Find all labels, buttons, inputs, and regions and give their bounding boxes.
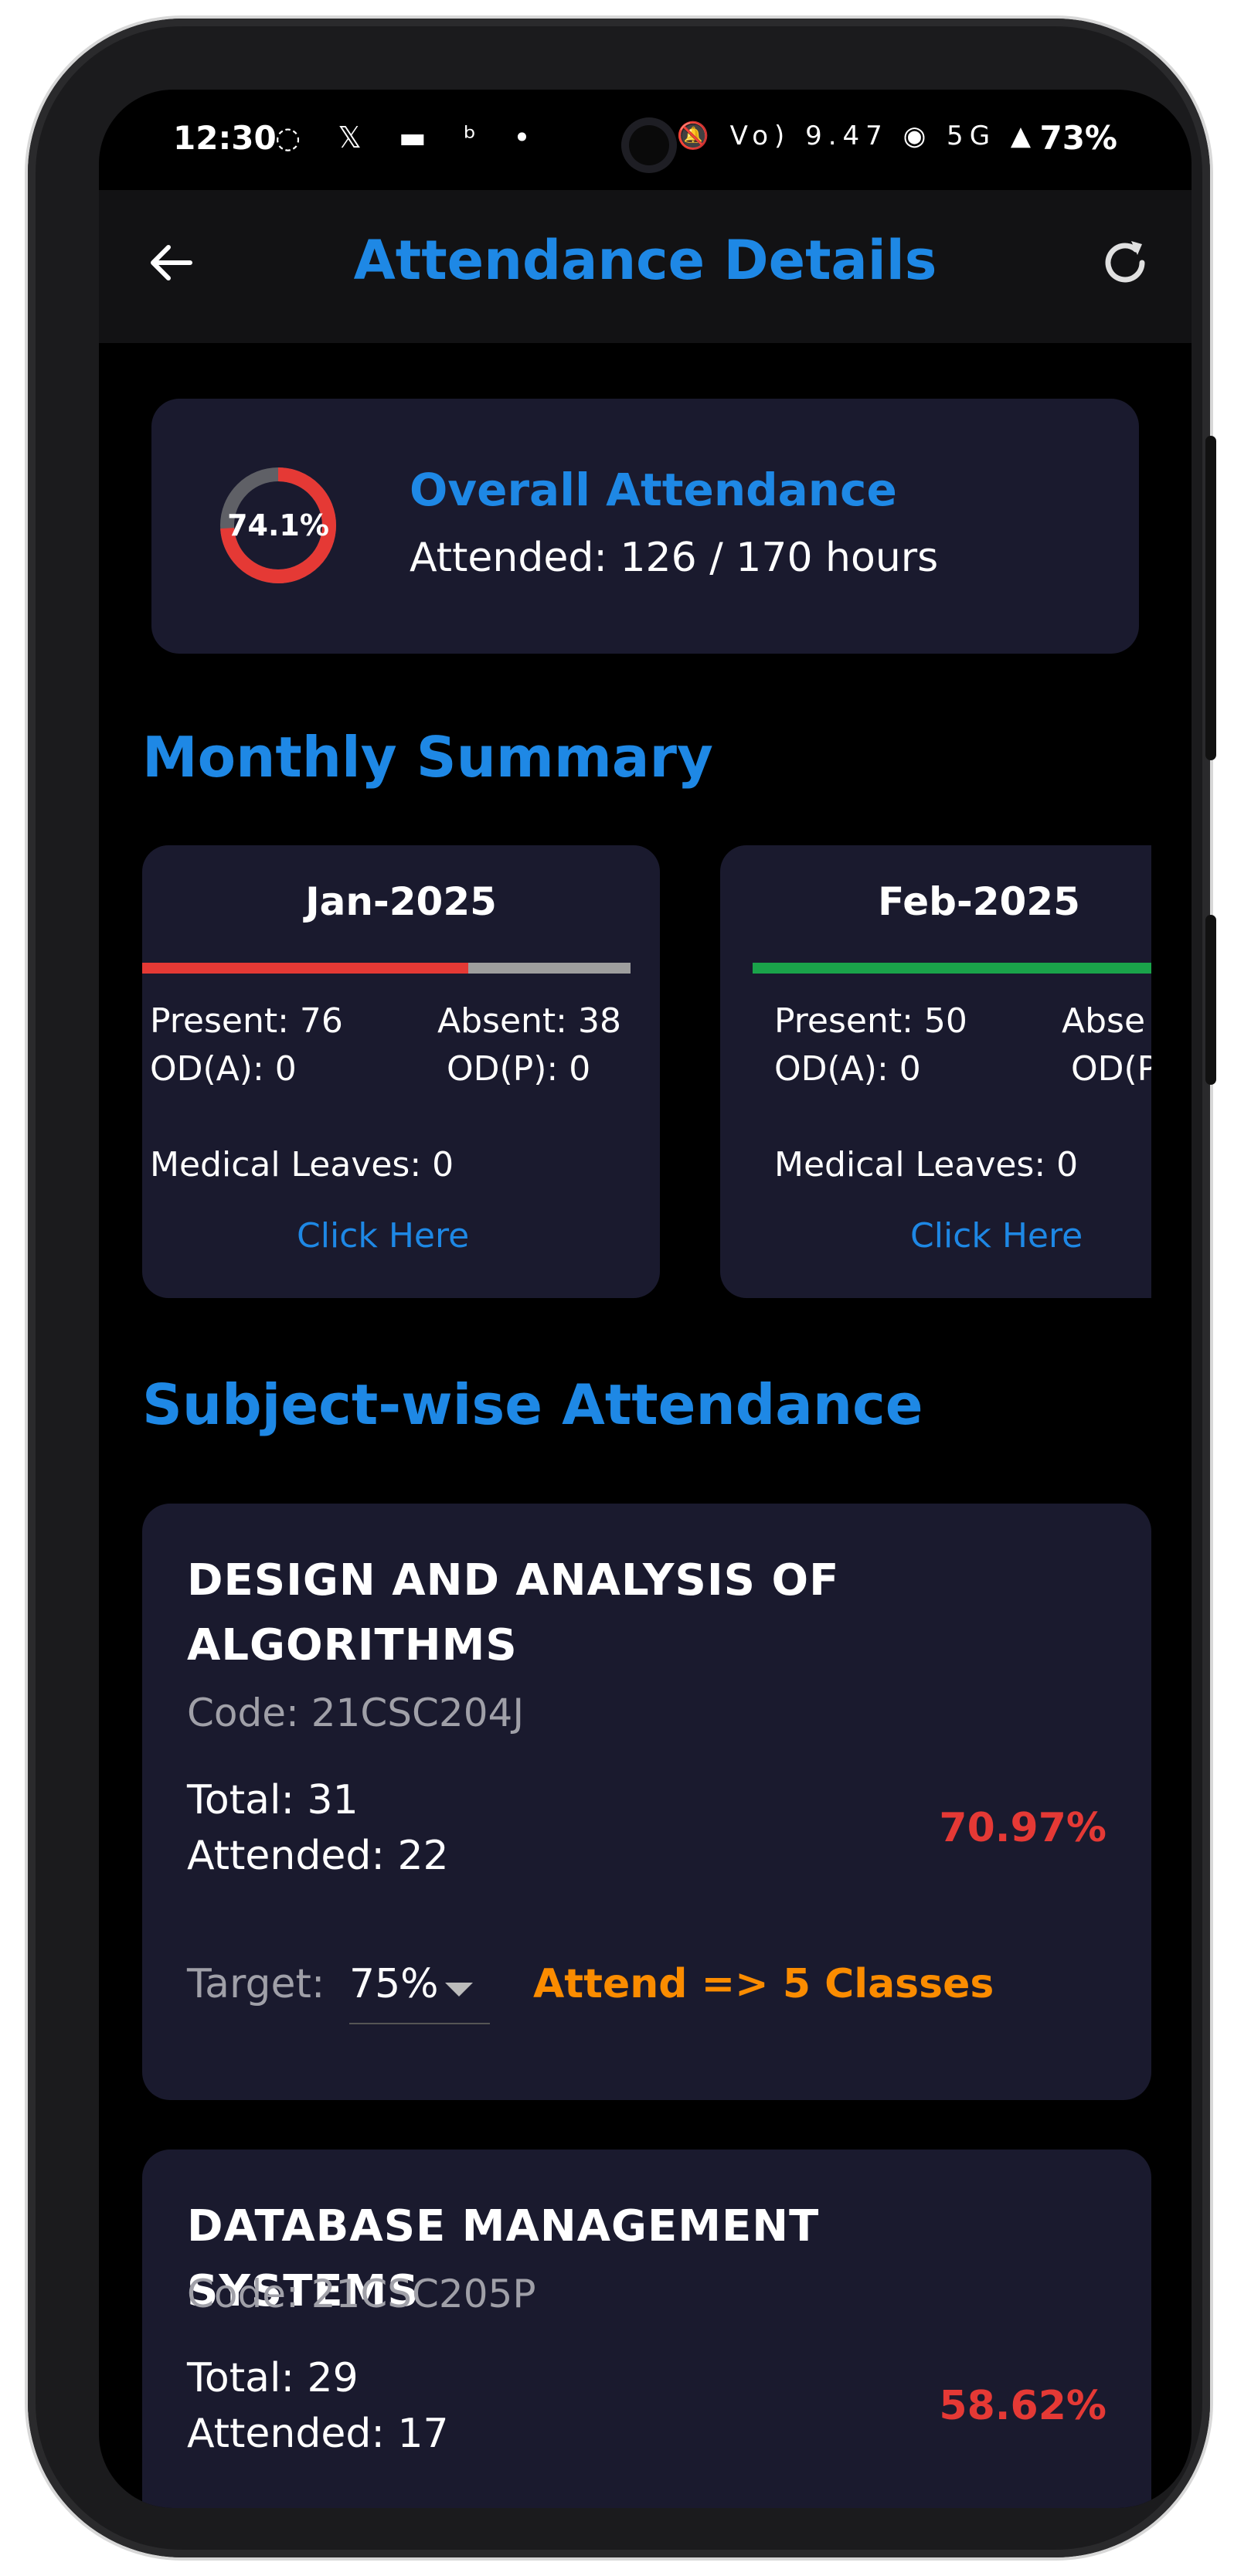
- battery-percent: 73%: [1039, 119, 1117, 157]
- month-progress-bar: [142, 963, 631, 974]
- month-card-feb: Feb-2025 Present: 50 Abse OD(A): 0 OD(P …: [720, 845, 1151, 1298]
- subject-name: DESIGN AND ANALYSIS OF ALGORITHMS: [187, 1555, 840, 1670]
- attendance-advice: Attend => 5 Classes: [533, 1961, 994, 2007]
- subject-code: Code: 21CSC205P: [187, 2272, 536, 2316]
- subject-total: Total: 31: [187, 1777, 359, 1823]
- monthly-summary-carousel[interactable]: Jan-2025 Present: 76 Absent: 38 OD(A): 0…: [142, 845, 1151, 1303]
- month-details-link[interactable]: Click Here: [910, 1216, 1083, 1256]
- overall-title: Overall Attendance: [410, 464, 897, 516]
- status-time: 12:30: [173, 119, 277, 157]
- subject-percent: 70.97%: [939, 1805, 1107, 1851]
- phone-frame: 12:30 ◌ 𝕏 ▬ ᵇ • 🔕 Vo) 9.47 ◉ 5G ▲ 73% At…: [28, 19, 1216, 2557]
- subject-attended: Attended: 17: [187, 2411, 449, 2457]
- subject-attended: Attended: 22: [187, 1833, 449, 1879]
- subject-card: DATABASE MANAGEMENT SYSTEMS Code: 21CSC2…: [142, 2149, 1151, 2508]
- target-value: 75%: [349, 1961, 439, 2007]
- month-medical: Medical Leaves: 0: [150, 1145, 454, 1184]
- subject-code: Code: 21CSC204J: [187, 1691, 525, 1735]
- refresh-icon[interactable]: [1097, 235, 1153, 291]
- month-present: Present: 50: [774, 1001, 967, 1041]
- overall-attendance-card: 74.1% Overall Attendance Attended: 126 /…: [151, 399, 1139, 654]
- subject-total: Total: 29: [187, 2355, 359, 2401]
- month-od-p: OD(P: [1071, 1049, 1151, 1089]
- month-title: Feb-2025: [878, 879, 1080, 924]
- subject-wise-title: Subject-wise Attendance: [142, 1372, 923, 1437]
- month-details-link[interactable]: Click Here: [297, 1216, 469, 1256]
- signal-icons: 🔕 Vo) 9.47 ◉ 5G ▲: [676, 121, 1037, 151]
- screen: 12:30 ◌ 𝕏 ▬ ᵇ • 🔕 Vo) 9.47 ◉ 5G ▲ 73% At…: [99, 90, 1192, 2508]
- overall-percent: 74.1%: [227, 508, 329, 542]
- month-progress-bar: [753, 963, 1151, 974]
- month-card-jan: Jan-2025 Present: 76 Absent: 38 OD(A): 0…: [142, 845, 660, 1298]
- page-title: Attendance Details: [353, 229, 937, 292]
- month-present: Present: 76: [150, 1001, 343, 1041]
- subject-card: DESIGN AND ANALYSIS OF ALGORITHMS Code: …: [142, 1504, 1151, 2100]
- month-progress-fill: [753, 963, 1151, 974]
- month-od-a: OD(A): 0: [150, 1049, 297, 1089]
- chevron-down-icon: [445, 1983, 473, 1997]
- month-od-a: OD(A): 0: [774, 1049, 921, 1089]
- volume-button: [1205, 436, 1216, 760]
- month-progress-fill: [142, 963, 468, 974]
- notification-icons: ◌ 𝕏 ▬ ᵇ •: [275, 121, 545, 155]
- status-bar: 12:30 ◌ 𝕏 ▬ ᵇ • 🔕 Vo) 9.47 ◉ 5G ▲ 73%: [99, 90, 1192, 190]
- app-bar: Attendance Details: [99, 190, 1192, 343]
- overall-attended-text: Attended: 126 / 170 hours: [410, 535, 939, 581]
- target-dropdown[interactable]: 75%: [349, 1949, 490, 2024]
- monthly-summary-title: Monthly Summary: [142, 725, 713, 790]
- month-absent: Abse: [1062, 1001, 1146, 1041]
- camera-cutout: [621, 117, 677, 173]
- target-label: Target:: [187, 1961, 325, 2007]
- subject-percent: 58.62%: [939, 2383, 1107, 2429]
- month-title: Jan-2025: [305, 879, 497, 924]
- month-medical: Medical Leaves: 0: [774, 1145, 1079, 1184]
- power-button: [1205, 915, 1216, 1085]
- month-od-p: OD(P): 0: [447, 1049, 591, 1089]
- month-absent: Absent: 38: [437, 1001, 621, 1041]
